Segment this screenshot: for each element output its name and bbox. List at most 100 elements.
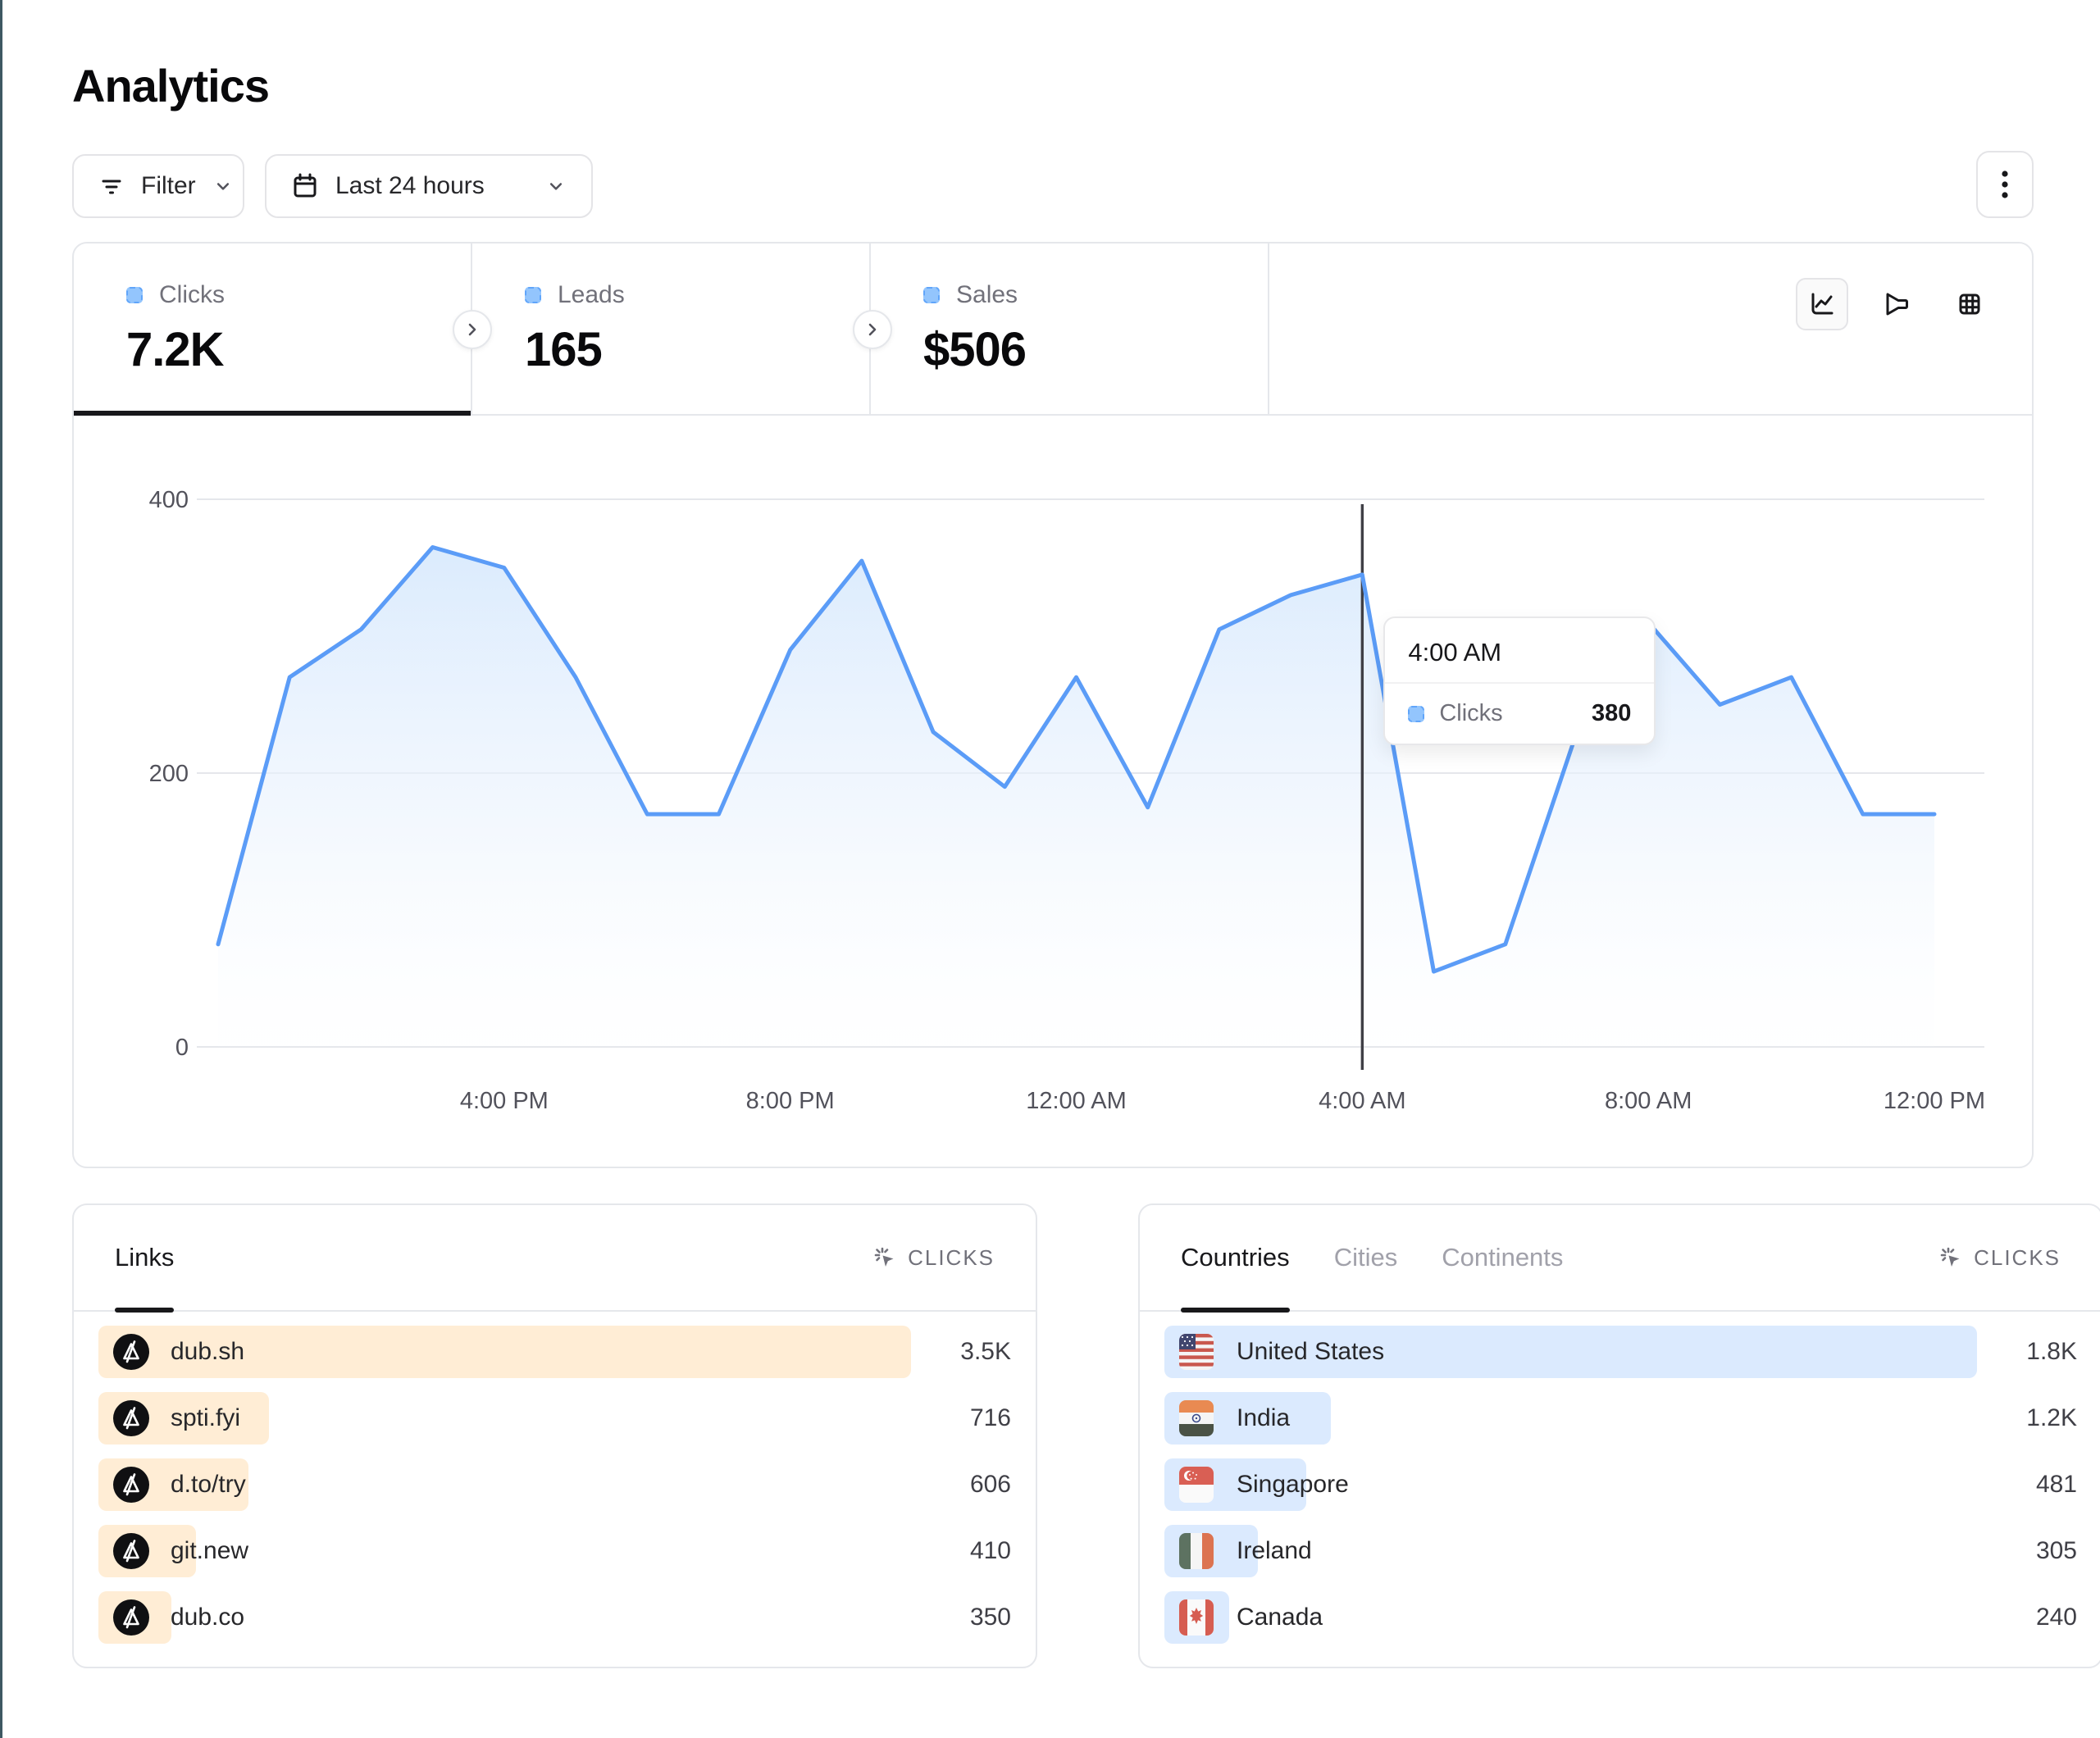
tab-links[interactable]: Links	[115, 1205, 174, 1310]
bar-area: United States	[1164, 1326, 1977, 1378]
funnel-chart-toggle[interactable]	[1870, 278, 1922, 330]
metric-value: 7.2K	[126, 322, 471, 377]
country-value: 1.8K	[1998, 1338, 2077, 1366]
link-label: spti.fyi	[171, 1404, 240, 1432]
link-label: dub.co	[171, 1604, 244, 1631]
tooltip-series-icon	[1408, 706, 1424, 722]
bar-area: git.new	[98, 1525, 911, 1577]
link-row[interactable]: dub.co 350	[98, 1591, 1011, 1644]
link-value: 350	[932, 1604, 1011, 1631]
country-label: Singapore	[1237, 1471, 1349, 1499]
bar-area: d.to/try	[98, 1458, 911, 1511]
country-value: 305	[1998, 1537, 2077, 1565]
bar-area: Canada	[1164, 1591, 1977, 1644]
chart-mode-group	[1796, 278, 1996, 330]
tab-sales[interactable]: Sales $506	[871, 243, 1269, 414]
tooltip-series-label: Clicks	[1439, 700, 1502, 727]
bar-area: Singapore	[1164, 1458, 1977, 1511]
country-row[interactable]: United States 1.8K	[1164, 1326, 2077, 1378]
clicks-header-label: CLICKS	[908, 1245, 995, 1271]
metric-label: Clicks	[159, 281, 225, 309]
more-options-button[interactable]	[1976, 151, 2034, 218]
date-range-label: Last 24 hours	[335, 172, 485, 200]
date-range-button[interactable]: Last 24 hours	[265, 154, 593, 218]
funnel-chart-icon	[1879, 288, 1912, 321]
metric-value: $506	[923, 322, 1268, 377]
link-value: 3.5K	[932, 1338, 1011, 1366]
calendar-icon	[289, 171, 321, 202]
svg-text:8:00 AM: 8:00 AM	[1605, 1088, 1692, 1114]
bar-area: spti.fyi	[98, 1392, 911, 1445]
svg-text:12:00 AM: 12:00 AM	[1026, 1088, 1127, 1114]
filter-label: Filter	[141, 172, 196, 200]
filter-button[interactable]: Filter	[72, 154, 244, 218]
tab-continents[interactable]: Continents	[1442, 1205, 1563, 1310]
links-panel: Links CLICKS dub.sh 3.5K spti.fyi 716 d.to/t…	[72, 1203, 1037, 1668]
link-value: 716	[932, 1404, 1011, 1432]
tab-cities[interactable]: Cities	[1334, 1205, 1398, 1310]
country-row[interactable]: Ireland 305	[1164, 1525, 2077, 1577]
svg-text:4:00 AM: 4:00 AM	[1319, 1088, 1405, 1114]
country-row[interactable]: Canada 240	[1164, 1591, 2077, 1644]
chevron-down-icon	[544, 174, 568, 198]
tab-label: Cities	[1334, 1243, 1398, 1272]
link-label: git.new	[171, 1537, 248, 1565]
country-row[interactable]: Singapore 481	[1164, 1458, 2077, 1511]
link-label: dub.sh	[171, 1338, 244, 1366]
svg-text:0: 0	[175, 1035, 189, 1061]
country-label: Ireland	[1237, 1537, 1312, 1565]
analytics-card: Clicks 7.2K Leads 165 Sales $506	[72, 242, 2034, 1168]
link-value: 606	[932, 1471, 1011, 1499]
table-view-toggle[interactable]	[1943, 278, 1996, 330]
sales-legend-icon	[923, 287, 940, 303]
countries-sort-clicks[interactable]: CLICKS	[1938, 1244, 2061, 1271]
tab-label: Continents	[1442, 1243, 1563, 1272]
metric-value: 165	[525, 322, 869, 377]
us-flag-icon	[1179, 1334, 1214, 1370]
link-value: 410	[932, 1537, 1011, 1565]
line-chart-toggle[interactable]	[1796, 278, 1848, 330]
country-row[interactable]: India1.2K	[1164, 1392, 2077, 1445]
country-value: 240	[1998, 1604, 2077, 1631]
filter-icon	[97, 171, 126, 201]
bar-area: dub.sh	[98, 1326, 911, 1378]
kebab-menu-icon	[1990, 166, 2020, 202]
chart-canvas[interactable]: 02004004:00 PM8:00 PM12:00 AM4:00 AM8:00…	[74, 416, 2035, 1167]
bar-area: India	[1164, 1392, 1977, 1445]
country-value: 481	[1998, 1471, 2077, 1499]
leads-legend-icon	[525, 287, 541, 303]
page-title: Analytics	[72, 59, 2034, 112]
link-row[interactable]: dub.sh 3.5K	[98, 1326, 1011, 1378]
link-row[interactable]: d.to/try 606	[98, 1458, 1011, 1511]
tab-clicks[interactable]: Clicks 7.2K	[74, 243, 472, 414]
clicks-time-series-chart[interactable]: 02004004:00 PM8:00 PM12:00 AM4:00 AM8:00…	[74, 416, 2032, 1167]
country-label: United States	[1237, 1338, 1384, 1366]
dub-logo-icon	[113, 1533, 149, 1569]
link-label: d.to/try	[171, 1471, 246, 1499]
chart-tooltip: 4:00 AM Clicks 380	[1383, 616, 1656, 745]
links-sort-clicks[interactable]: CLICKS	[872, 1244, 995, 1271]
tab-leads[interactable]: Leads 165	[472, 243, 871, 414]
metric-tabstrip: Clicks 7.2K Leads 165 Sales $506	[74, 243, 2032, 416]
link-row[interactable]: spti.fyi 716	[98, 1392, 1011, 1445]
tab-countries[interactable]: Countries	[1181, 1205, 1290, 1310]
tooltip-value: 380	[1592, 700, 1631, 727]
dub-logo-icon	[113, 1599, 149, 1636]
svg-text:4:00 PM: 4:00 PM	[460, 1088, 549, 1114]
ireland-flag-icon	[1179, 1533, 1214, 1569]
chevron-down-icon	[211, 174, 235, 198]
svg-text:8:00 PM: 8:00 PM	[746, 1088, 835, 1114]
expand-leads-button[interactable]	[853, 310, 892, 349]
bar-area: Ireland	[1164, 1525, 1977, 1577]
clicks-header-label: CLICKS	[1974, 1245, 2061, 1271]
line-chart-icon	[1806, 288, 1838, 321]
metric-label: Leads	[558, 281, 625, 309]
bar-area: dub.co	[98, 1591, 911, 1644]
canada-flag-icon	[1179, 1599, 1214, 1636]
link-row[interactable]: git.new 410	[98, 1525, 1011, 1577]
svg-text:200: 200	[149, 761, 189, 787]
dub-logo-icon	[113, 1467, 149, 1503]
metric-label: Sales	[956, 281, 1018, 309]
cursor-click-icon	[872, 1244, 898, 1271]
expand-clicks-button[interactable]	[453, 310, 492, 349]
